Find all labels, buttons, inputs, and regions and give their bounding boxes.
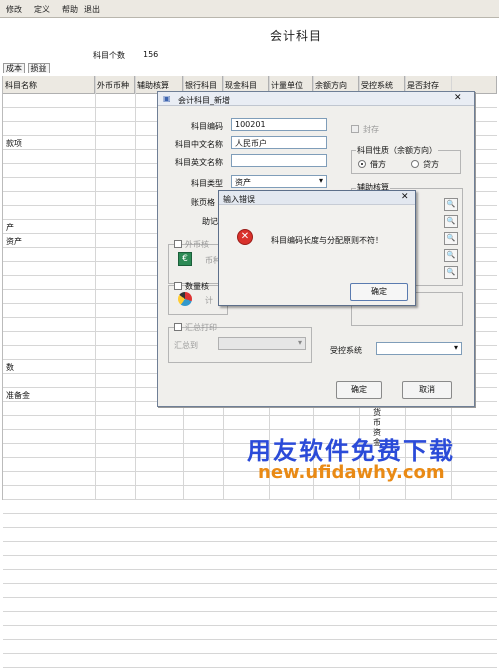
control-system-select[interactable]: ▾: [376, 342, 462, 355]
summary-print-label: 汇总打印: [185, 323, 217, 332]
ok-button[interactable]: 确定: [336, 381, 382, 399]
summary-print-checkbox[interactable]: [174, 323, 182, 331]
dialog-title: 会计科目_新增: [178, 96, 230, 105]
table-row[interactable]: [3, 598, 497, 612]
chart-icon: [178, 292, 192, 306]
table-row[interactable]: [3, 514, 497, 528]
menu-bar: 修改 定义 帮助 退出: [0, 0, 499, 18]
table-row[interactable]: [3, 486, 497, 500]
menu-item-edit[interactable]: 修改: [6, 4, 22, 15]
type-select[interactable]: 资产 ▾: [231, 175, 327, 188]
row-account-name: 数: [6, 363, 14, 372]
app-icon: ▣: [163, 94, 171, 103]
credit-label: 贷方: [423, 160, 439, 169]
magnifier-icon[interactable]: 🔍: [444, 198, 458, 211]
col-header-name[interactable]: 科目名称: [3, 76, 95, 94]
currency-icon: €: [178, 252, 192, 266]
row-account-name: 产: [6, 223, 14, 232]
menu-item-help[interactable]: 帮助: [62, 4, 78, 15]
input-error-dialog: 输入错误 ✕ ✕ 科目编码长度与分配原则不符！ 确定: [218, 190, 416, 306]
code-label: 科目编码: [191, 122, 223, 131]
watermark-url: new.ufidawhy.com: [258, 462, 445, 483]
error-ok-button[interactable]: 确定: [350, 283, 408, 301]
quantity-label: 数量核: [185, 282, 209, 291]
table-row[interactable]: [3, 500, 497, 514]
watermark-brand: 用友软件免费下载: [247, 437, 455, 465]
foreign-currency-label: 外币核: [185, 240, 209, 249]
close-icon[interactable]: ✕: [401, 192, 409, 202]
sealed-checkbox[interactable]: [351, 125, 359, 133]
row-account-name: 资产: [6, 237, 22, 246]
error-message: 科目编码长度与分配原则不符！: [271, 236, 383, 245]
table-row[interactable]: [3, 640, 497, 654]
cn-name-input[interactable]: 人民币户: [231, 136, 327, 149]
magnifier-icon[interactable]: 🔍: [444, 232, 458, 245]
account-count-label: 科目个数: [93, 51, 125, 60]
credit-radio[interactable]: [411, 160, 419, 168]
cancel-button[interactable]: 取消: [402, 381, 452, 399]
row-account-name: 准备金: [6, 391, 30, 400]
close-icon[interactable]: ✕: [454, 93, 462, 103]
magnifier-icon[interactable]: 🔍: [444, 249, 458, 262]
page-title: 会计科目: [270, 29, 323, 43]
chevron-down-icon: ▾: [453, 343, 458, 352]
en-name-input[interactable]: [231, 154, 327, 167]
summary-to-label: 汇总到: [174, 341, 198, 350]
sealed-label: 封存: [363, 125, 379, 134]
cn-name-label: 科目中文名称: [175, 140, 223, 149]
menu-item-exit[interactable]: 退出: [84, 4, 100, 15]
foreign-currency-checkbox[interactable]: [174, 240, 182, 248]
table-row[interactable]: [3, 654, 497, 668]
error-titlebar: 输入错误 ✕: [219, 191, 415, 205]
category-tabs: 成本 损益: [3, 63, 50, 76]
account-count-value: 156: [143, 50, 159, 59]
quantity-checkbox[interactable]: [174, 282, 182, 290]
format-label: 账页格: [191, 198, 215, 207]
control-system-label: 受控系统: [330, 346, 362, 355]
debit-radio[interactable]: [358, 160, 366, 168]
magnifier-icon[interactable]: 🔍: [444, 215, 458, 228]
table-row[interactable]: [3, 528, 497, 542]
type-label: 科目类型: [191, 179, 223, 188]
table-row[interactable]: [3, 416, 497, 430]
type-select-value: 资产: [235, 178, 251, 187]
menu-item-define[interactable]: 定义: [34, 4, 50, 15]
error-title: 输入错误: [223, 195, 255, 204]
dialog-titlebar: 会计科目_新增 ▣ ✕: [158, 92, 474, 106]
column-divider: [95, 76, 96, 500]
table-row[interactable]: [3, 626, 497, 640]
code-input[interactable]: 100201: [231, 118, 327, 131]
table-row[interactable]: [3, 570, 497, 584]
debit-label: 借方: [370, 160, 386, 169]
tab-cost[interactable]: 成本: [3, 63, 25, 73]
row-account-name: 款项: [6, 139, 22, 148]
assist-code-label: 助记: [202, 217, 218, 226]
table-row[interactable]: [3, 612, 497, 626]
column-divider: [135, 76, 136, 500]
table-row[interactable]: [3, 584, 497, 598]
en-name-label: 科目英文名称: [175, 158, 223, 167]
nature-label: 科目性质（余额方向）: [356, 145, 438, 156]
chevron-down-icon: ▾: [318, 176, 323, 185]
error-icon: ✕: [237, 229, 253, 245]
summary-to-select[interactable]: ▾: [218, 337, 306, 350]
magnifier-icon[interactable]: 🔍: [444, 266, 458, 279]
table-row[interactable]: [3, 556, 497, 570]
col-header-currency[interactable]: 外币币种: [95, 76, 135, 94]
unit-label: 计: [205, 296, 213, 305]
chevron-down-icon: ▾: [297, 338, 302, 347]
tab-profit-loss[interactable]: 损益: [27, 63, 50, 73]
table-row[interactable]: [3, 542, 497, 556]
